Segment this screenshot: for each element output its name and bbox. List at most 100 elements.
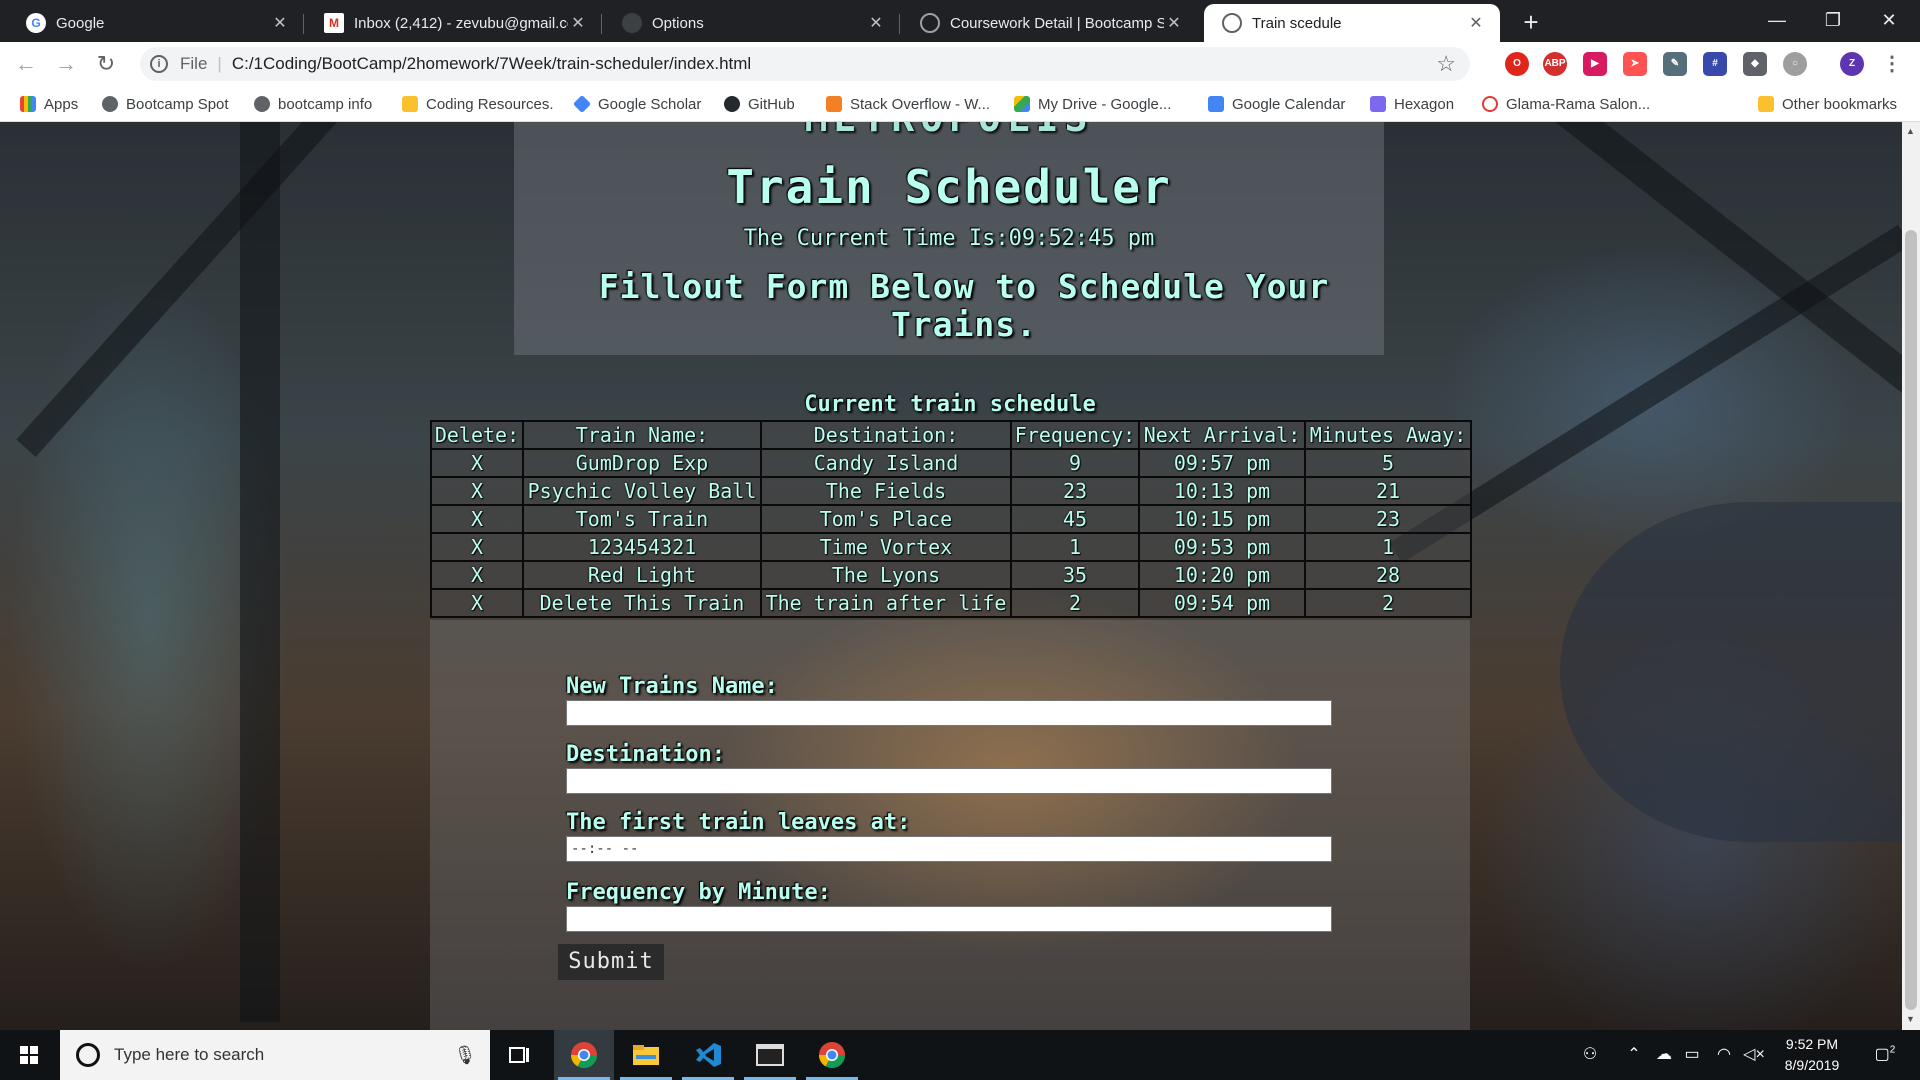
- close-tab-icon[interactable]: ✕: [1466, 13, 1486, 33]
- github-icon: [622, 13, 642, 33]
- tab-title: Train scedule: [1252, 14, 1342, 32]
- tab-coursework[interactable]: Coursework Detail | Bootcamp Sp ✕: [902, 4, 1198, 42]
- bookmark-bootcamp-info[interactable]: bootcamp info: [254, 94, 372, 114]
- back-icon[interactable]: ←: [12, 50, 40, 78]
- address-bar[interactable]: i File | C:/1Coding/BootCamp/2homework/7…: [140, 47, 1470, 81]
- chrome-icon[interactable]: [554, 1030, 614, 1080]
- bookmark-label: Other bookmarks: [1782, 95, 1898, 113]
- current-time-value: 09:52:45 pm: [1008, 226, 1155, 251]
- layers-extension-icon[interactable]: ◆: [1743, 52, 1767, 76]
- volume-muted-icon[interactable]: ◁×: [1742, 1044, 1766, 1064]
- scroll-up-arrow-icon[interactable]: ▲: [1906, 126, 1915, 136]
- show-hidden-icons-chevron-icon[interactable]: ⌃: [1622, 1044, 1646, 1064]
- column-header-delete: Delete:: [430, 420, 524, 450]
- tab-inbox[interactable]: M Inbox (2,412) - zevubu@gmail.co ✕: [306, 4, 602, 42]
- frequency-input[interactable]: [566, 906, 1332, 932]
- new-tab-button[interactable]: +: [1516, 8, 1546, 38]
- video-extension-icon[interactable]: ▶: [1583, 52, 1607, 76]
- delete-train-button[interactable]: X: [430, 560, 524, 590]
- cortana-icon: [76, 1043, 100, 1067]
- scroll-down-arrow-icon[interactable]: ▼: [1906, 1014, 1915, 1024]
- bookmark-google-calendar[interactable]: Google Calendar: [1208, 94, 1345, 114]
- drive-icon: [1014, 96, 1030, 112]
- onedrive-error-icon[interactable]: ☁: [1652, 1044, 1676, 1064]
- info-icon[interactable]: i: [150, 55, 168, 73]
- taskbar-search-box[interactable]: Type here to search 🎙: [60, 1030, 490, 1080]
- opera-extension-icon[interactable]: O: [1505, 52, 1529, 76]
- crop-extension-icon[interactable]: #: [1703, 52, 1727, 76]
- background-girder: [16, 122, 384, 457]
- bookmark-stack-overflow[interactable]: Stack Overflow - W...: [826, 94, 990, 114]
- minutes-away-cell: 23: [1304, 504, 1472, 534]
- bookmark-github[interactable]: GitHub: [724, 94, 795, 114]
- bookmark-coding-resources[interactable]: Coding Resources.: [402, 94, 554, 114]
- destination-cell: The Lyons: [760, 560, 1012, 590]
- bookmark-my-drive[interactable]: My Drive - Google...: [1014, 94, 1171, 114]
- eyedropper-extension-icon[interactable]: ✎: [1663, 52, 1687, 76]
- destination-input[interactable]: [566, 768, 1332, 794]
- bookmarks-bar: Apps Bootcamp Spot bootcamp info Coding …: [0, 86, 1920, 122]
- delete-train-button[interactable]: X: [430, 504, 524, 534]
- microphone-icon[interactable]: 🎙: [450, 1045, 480, 1066]
- delete-train-button[interactable]: X: [430, 476, 524, 506]
- minimize-button[interactable]: —: [1754, 4, 1800, 36]
- tab-google[interactable]: G Google ✕: [8, 4, 304, 42]
- wifi-icon[interactable]: ◠: [1712, 1044, 1736, 1064]
- file-explorer-icon[interactable]: [616, 1030, 676, 1080]
- page-scrollbar[interactable]: ▲ ▼: [1902, 122, 1920, 1030]
- submit-button[interactable]: Submit: [558, 944, 664, 980]
- profile-avatar[interactable]: Z: [1840, 52, 1864, 76]
- taskbar-clock[interactable]: 9:52 PM 8/9/2019: [1770, 1034, 1854, 1076]
- action-center-icon[interactable]: ▢2: [1870, 1044, 1900, 1064]
- bookmark-google-scholar[interactable]: Google Scholar: [572, 94, 701, 114]
- next-arrival-cell: 09:53 pm: [1138, 532, 1306, 562]
- column-header-minutes-away: Minutes Away:: [1304, 420, 1472, 450]
- clock-extension-icon[interactable]: ○: [1783, 52, 1807, 76]
- close-tab-icon[interactable]: ✕: [270, 13, 290, 33]
- train-name-cell: Delete This Train: [522, 588, 762, 618]
- current-time-label: The Current Time Is:: [743, 226, 1009, 251]
- bookmark-other[interactable]: Other bookmarks: [1758, 94, 1897, 114]
- train-name-cell: Tom's Train: [522, 504, 762, 534]
- menu-dots-icon[interactable]: ⋮: [1880, 52, 1904, 76]
- battery-icon[interactable]: ▭: [1680, 1044, 1704, 1064]
- table-row: X GumDrop Exp Candy Island 9 09:57 pm 5: [430, 448, 1472, 478]
- table-row: X Delete This Train The train after life…: [430, 588, 1472, 618]
- first-train-time-input[interactable]: --:-- --: [566, 836, 1332, 862]
- bookmark-glama-rama[interactable]: Glama-Rama Salon...: [1482, 94, 1650, 114]
- start-button[interactable]: [0, 1030, 58, 1080]
- bookmark-hexagon[interactable]: Hexagon: [1370, 94, 1454, 114]
- task-view-icon[interactable]: [490, 1030, 550, 1080]
- delete-train-button[interactable]: X: [430, 588, 524, 618]
- close-window-button[interactable]: ✕: [1866, 4, 1912, 36]
- next-arrival-cell: 10:13 pm: [1138, 476, 1306, 506]
- stack-overflow-icon: [826, 96, 842, 112]
- globe-icon: [102, 96, 118, 112]
- close-tab-icon[interactable]: ✕: [1164, 13, 1184, 33]
- terminal-icon[interactable]: [740, 1030, 800, 1080]
- table-row: X Psychic Volley Ball The Fields 23 10:1…: [430, 476, 1472, 506]
- restore-button[interactable]: ❐: [1810, 4, 1856, 36]
- chrome-icon[interactable]: [802, 1030, 862, 1080]
- train-name-cell: Red Light: [522, 560, 762, 590]
- tab-train-schedule[interactable]: Train scedule ✕: [1204, 4, 1500, 42]
- delete-train-button[interactable]: X: [430, 532, 524, 562]
- bookmark-bootcamp-spot[interactable]: Bootcamp Spot: [102, 94, 229, 114]
- column-header-next-arrival: Next Arrival:: [1138, 420, 1306, 450]
- forward-icon[interactable]: →: [52, 50, 80, 78]
- people-icon[interactable]: ⚇: [1578, 1044, 1602, 1064]
- adblock-extension-icon[interactable]: ABP: [1543, 52, 1567, 76]
- bookmark-apps[interactable]: Apps: [20, 94, 78, 114]
- bookmark-star-icon[interactable]: ☆: [1436, 51, 1456, 77]
- vscode-icon[interactable]: [678, 1030, 738, 1080]
- close-tab-icon[interactable]: ✕: [866, 13, 886, 33]
- tab-options[interactable]: Options ✕: [604, 4, 900, 42]
- close-tab-icon[interactable]: ✕: [568, 13, 588, 33]
- reload-icon[interactable]: ↻: [92, 50, 120, 78]
- delete-train-button[interactable]: X: [430, 448, 524, 478]
- scrollbar-thumb[interactable]: [1905, 230, 1917, 1010]
- background-train: [1560, 502, 1902, 842]
- train-name-input[interactable]: [566, 700, 1332, 726]
- cast-extension-icon[interactable]: ➤: [1623, 52, 1647, 76]
- table-row: X Tom's Train Tom's Place 45 10:15 pm 23: [430, 504, 1472, 534]
